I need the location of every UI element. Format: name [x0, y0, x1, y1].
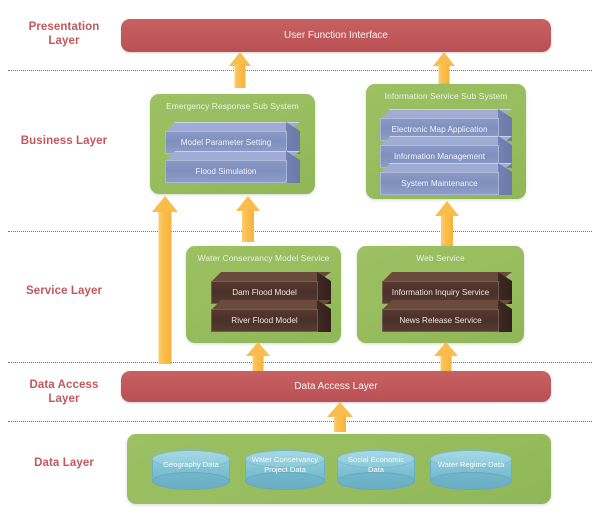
datastore-water-regime-data[interactable]: Water Regime Data [430, 450, 512, 490]
layer-label-data-line1: Data Layer [34, 457, 94, 469]
cylinder-bottom-cap [337, 472, 415, 490]
layer-label-presentation-line1: Presentation [28, 21, 100, 33]
service-group-web-service-title: Web Service [416, 253, 465, 263]
arrow-data-to-data-access [327, 402, 353, 432]
arrow-business-to-presentation-right [433, 52, 455, 88]
datastore-geography-data[interactable]: Geography Data [152, 450, 230, 490]
arrow-data-access-to-service-left [246, 342, 270, 372]
cylinder-bottom-cap [430, 472, 512, 490]
module-flood-simulation-label: Flood Simulation [165, 160, 287, 183]
arrow-head-icon [152, 196, 178, 212]
service-group-water-conservancy-model[interactable]: Water Conservancy Model Service Dam Floo… [186, 246, 341, 343]
module-flood-simulation[interactable]: Flood Simulation [165, 151, 300, 183]
service-river-flood-model[interactable]: River Flood Model [211, 300, 331, 332]
subsystem-emergency-response-title: Emergency Response Sub System [166, 101, 299, 111]
datastore-label-line2: Data [367, 464, 385, 474]
user-function-interface-bar[interactable]: User Function Interface [121, 19, 551, 52]
service-news-release[interactable]: News Release Service [382, 300, 512, 332]
datastore-social-economic-data-label: Social Economic Data [337, 455, 415, 474]
cylinder-bottom-cap [245, 472, 325, 490]
arrow-service-to-business-left [236, 196, 260, 242]
arrow-shaft [158, 212, 172, 364]
datastore-water-regime-data-label: Water Regime Data [430, 460, 512, 470]
layer-label-data-access-line2: Layer [48, 393, 80, 405]
datastore-water-conservancy-project-data[interactable]: Water Conservancy Project Data [245, 450, 325, 490]
arrow-business-to-presentation-left [229, 52, 251, 88]
arrow-shaft [441, 215, 453, 248]
module-system-maintenance[interactable]: System Maintenance [380, 163, 512, 195]
slab-side-face [498, 300, 512, 332]
separator-presentation-business [8, 70, 592, 71]
datastore-label-line1: Water Regime Data [437, 460, 505, 469]
subsystem-emergency-response[interactable]: Emergency Response Sub System Model Para… [150, 94, 315, 194]
layer-label-presentation-line2: Layer [48, 35, 80, 47]
datastore-label-line1: Social Economic [347, 455, 405, 464]
service-group-water-conservancy-model-title: Water Conservancy Model Service [197, 253, 330, 263]
module-model-parameter-setting[interactable]: Model Parameter Setting [165, 122, 300, 154]
separator-service-data-access [8, 362, 592, 363]
datastore-water-conservancy-project-data-label: Water Conservancy Project Data [245, 455, 325, 474]
datastore-geography-data-label: Geography Data [152, 460, 230, 470]
arrow-shaft [242, 210, 254, 242]
arrow-service-to-business-right [435, 201, 459, 248]
arrow-head-icon [246, 342, 270, 356]
arrow-shaft [252, 356, 264, 372]
datastore-label-line1: Geography Data [163, 460, 219, 469]
layer-label-data: Data Layer [8, 456, 120, 470]
arrow-shaft [440, 356, 452, 372]
datastore-social-economic-data[interactable]: Social Economic Data [337, 450, 415, 490]
subsystem-information-service-title: Information Service Sub System [384, 91, 508, 101]
datastore-label-line1: Water Conservancy [251, 455, 319, 464]
arrow-data-access-to-service-right [434, 342, 458, 372]
layer-label-service: Service Layer [8, 284, 120, 298]
data-layer-panel: Geography Data Water Conservancy Project… [127, 434, 551, 504]
arrow-shaft [334, 416, 346, 432]
slab-side-face [286, 122, 300, 154]
arrow-shaft [234, 64, 246, 88]
slab-side-face [498, 163, 512, 195]
layer-label-data-access-line1: Data Access [29, 379, 99, 391]
user-function-interface-label: User Function Interface [284, 30, 388, 41]
arrow-head-icon [236, 196, 260, 211]
data-access-layer-bar[interactable]: Data Access Layer [121, 371, 551, 402]
data-access-layer-label: Data Access Layer [294, 381, 378, 392]
slab-side-face [317, 300, 331, 332]
slab-side-face [286, 151, 300, 183]
layer-label-business: Business Layer [8, 134, 120, 148]
arrow-data-access-to-business-left [152, 196, 178, 364]
layer-label-service-line1: Service Layer [25, 285, 103, 297]
subsystem-information-service[interactable]: Information Service Sub System Electroni… [366, 84, 526, 199]
cylinder-bottom-cap [152, 472, 230, 490]
architecture-diagram: Presentation Layer Business Layer Servic… [0, 0, 600, 518]
service-river-flood-model-label: River Flood Model [211, 309, 318, 332]
service-group-web-service[interactable]: Web Service Information Inquiry Service … [357, 246, 524, 343]
separator-data-access-data [8, 421, 592, 422]
service-news-release-label: News Release Service [382, 309, 499, 332]
module-system-maintenance-label: System Maintenance [380, 172, 499, 195]
arrow-head-icon [435, 201, 459, 216]
layer-label-data-access: Data Access Layer [8, 378, 120, 406]
arrow-head-icon [434, 342, 458, 356]
datastore-label-line2: Project Data [264, 464, 306, 474]
layer-label-business-line1: Business Layer [20, 135, 108, 147]
separator-business-service [8, 231, 592, 232]
arrow-head-icon [327, 402, 353, 417]
layer-label-presentation: Presentation Layer [8, 20, 120, 48]
